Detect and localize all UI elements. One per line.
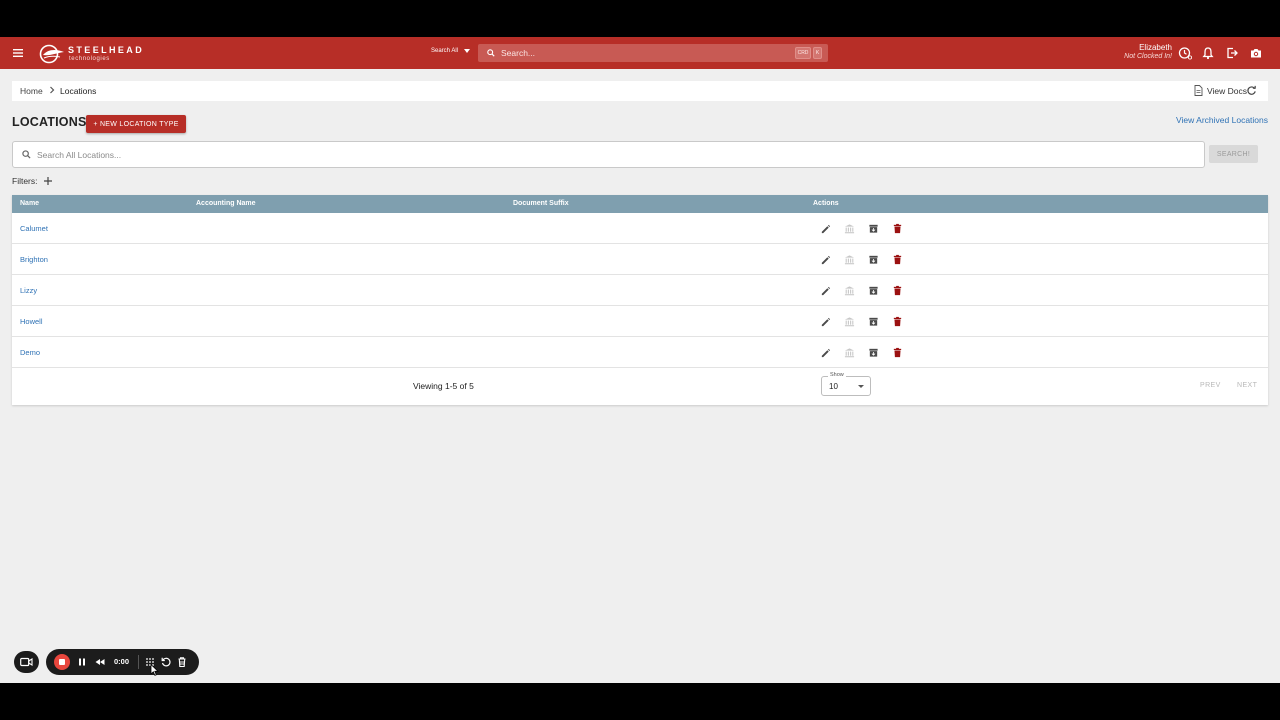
- table-header: Name Accounting Name Document Suffix Act…: [12, 195, 1268, 213]
- bank-icon: [844, 348, 855, 358]
- kbd-hint-ctrl: CRD: [795, 47, 811, 59]
- stop-recording-button[interactable]: [54, 654, 70, 670]
- video-camera-icon: [20, 657, 33, 667]
- restart-icon[interactable]: [160, 656, 172, 668]
- global-search-input[interactable]: [501, 48, 781, 58]
- archive-icon[interactable]: [868, 316, 879, 327]
- recording-controls: 0:00: [46, 649, 199, 675]
- breadcrumb-current: Locations: [60, 86, 97, 96]
- trash-icon[interactable]: [176, 656, 188, 668]
- brand-word: STEELHEAD: [68, 45, 145, 55]
- fish-logo-icon: [39, 44, 64, 64]
- search-scope-select[interactable]: Search All: [431, 48, 471, 54]
- bank-icon: [844, 224, 855, 234]
- breadcrumb-home[interactable]: Home: [20, 86, 43, 96]
- top-app-bar: STEELHEAD technologies Search All CRD K …: [0, 37, 1280, 69]
- search-icon: [487, 49, 495, 57]
- location-name-link[interactable]: Howell: [20, 317, 43, 326]
- brand-sub: technologies: [69, 56, 110, 62]
- table-row: Calumet: [12, 213, 1268, 244]
- edit-icon[interactable]: [820, 285, 831, 296]
- user-info[interactable]: Elizabeth Not Clocked In!: [1124, 43, 1172, 60]
- logout-icon[interactable]: [1225, 46, 1239, 60]
- refresh-icon[interactable]: [1246, 85, 1257, 96]
- steelhead-logo[interactable]: STEELHEAD technologies: [38, 43, 142, 65]
- new-location-type-button[interactable]: + NEW LOCATION TYPE: [86, 115, 186, 133]
- camera-icon[interactable]: [1249, 46, 1263, 60]
- rewind-icon[interactable]: [94, 656, 106, 668]
- pause-icon[interactable]: [76, 656, 88, 668]
- delete-icon[interactable]: [892, 347, 903, 358]
- page-size-value: 10: [829, 382, 838, 391]
- prev-page-button[interactable]: PREV: [1200, 382, 1221, 389]
- recording-timer: 0:00: [114, 657, 130, 666]
- bank-icon: [844, 255, 855, 265]
- table-footer: Viewing 1-5 of 5 Show 10 PREV NEXT: [12, 367, 1268, 405]
- next-page-button[interactable]: NEXT: [1237, 382, 1257, 389]
- view-archived-locations-link[interactable]: View Archived Locations: [1176, 115, 1268, 125]
- menu-icon[interactable]: [11, 46, 25, 60]
- archive-icon[interactable]: [868, 285, 879, 296]
- delete-icon[interactable]: [892, 285, 903, 296]
- location-name-link[interactable]: Calumet: [20, 224, 48, 233]
- view-docs-label: View Docs: [1207, 85, 1247, 96]
- bell-icon[interactable]: [1201, 46, 1215, 60]
- column-header-document-suffix[interactable]: Document Suffix: [513, 200, 569, 207]
- mouse-cursor-icon: [150, 664, 159, 676]
- search-scope-label: Search All: [431, 48, 459, 54]
- delete-icon[interactable]: [892, 316, 903, 327]
- column-header-accounting-name[interactable]: Accounting Name: [196, 200, 256, 207]
- bank-icon: [844, 286, 855, 296]
- search-button[interactable]: SEARCH!: [1209, 145, 1258, 163]
- global-search[interactable]: CRD K: [478, 44, 828, 62]
- search-icon: [22, 150, 31, 159]
- edit-icon[interactable]: [820, 316, 831, 327]
- edit-icon[interactable]: [820, 347, 831, 358]
- delete-icon[interactable]: [892, 254, 903, 265]
- chevron-right-icon: [50, 86, 55, 94]
- pagination-summary: Viewing 1-5 of 5: [413, 381, 474, 391]
- user-name: Elizabeth: [1139, 43, 1172, 52]
- column-header-name[interactable]: Name: [20, 200, 39, 207]
- edit-icon[interactable]: [820, 223, 831, 234]
- clock-status: Not Clocked In!: [1124, 53, 1172, 60]
- add-filter-icon[interactable]: [43, 176, 53, 186]
- page-size-label: Show: [828, 372, 846, 378]
- location-name-link[interactable]: Brighton: [20, 255, 48, 264]
- view-docs-link[interactable]: View Docs: [1194, 85, 1247, 96]
- document-icon: [1194, 85, 1203, 96]
- locations-table: Name Accounting Name Document Suffix Act…: [12, 195, 1268, 405]
- locations-search[interactable]: [12, 141, 1205, 168]
- table-row: Howell: [12, 306, 1268, 337]
- bank-icon: [844, 317, 855, 327]
- filters-bar: Filters:: [12, 176, 53, 186]
- table-row: Lizzy: [12, 275, 1268, 306]
- caret-down-icon: [858, 385, 864, 388]
- table-row: Demo: [12, 337, 1268, 368]
- table-row: Brighton: [12, 244, 1268, 275]
- location-name-link[interactable]: Demo: [20, 348, 40, 357]
- filters-label: Filters:: [12, 176, 38, 186]
- column-header-actions: Actions: [813, 200, 839, 207]
- clock-icon[interactable]: [1178, 46, 1192, 60]
- page-title: LOCATIONS: [12, 115, 87, 129]
- archive-icon[interactable]: [868, 347, 879, 358]
- divider: [138, 655, 139, 669]
- chevron-down-icon: [464, 49, 471, 53]
- camera-toggle-button[interactable]: [14, 651, 39, 673]
- app-screen: STEELHEAD technologies Search All CRD K …: [0, 37, 1280, 683]
- archive-icon[interactable]: [868, 254, 879, 265]
- page-size-select[interactable]: Show 10: [821, 372, 871, 396]
- delete-icon[interactable]: [892, 223, 903, 234]
- edit-icon[interactable]: [820, 254, 831, 265]
- kbd-hint-k: K: [813, 47, 822, 59]
- locations-search-input[interactable]: [37, 149, 1137, 160]
- location-name-link[interactable]: Lizzy: [20, 286, 37, 295]
- breadcrumb: Home Locations View Docs: [12, 81, 1268, 101]
- archive-icon[interactable]: [868, 223, 879, 234]
